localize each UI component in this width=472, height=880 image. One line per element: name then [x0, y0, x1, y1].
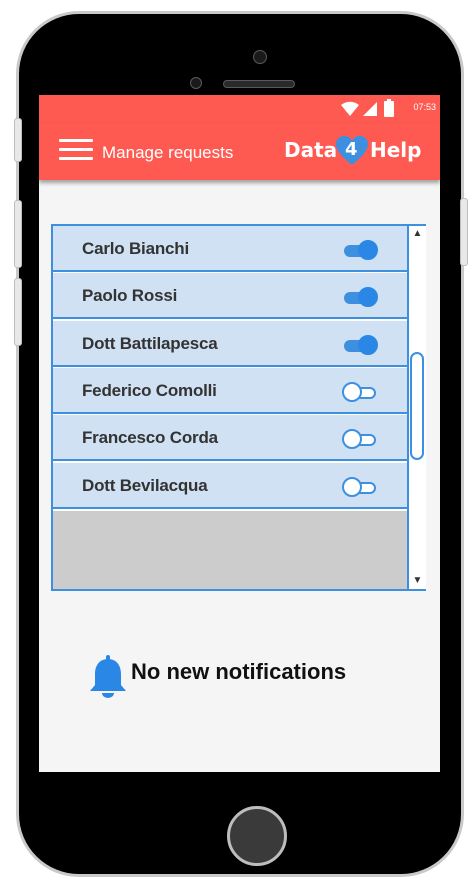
logo-text-data: Data: [284, 138, 338, 162]
notifications-text: No new notifications: [131, 659, 347, 684]
request-toggle[interactable]: [342, 286, 378, 308]
scroll-up-arrow-icon[interactable]: ▲: [410, 227, 425, 241]
status-time: 07:53: [413, 102, 436, 112]
list-item[interactable]: Dott Bevilacqua: [53, 463, 407, 509]
scrollbar[interactable]: ▲ ▼: [407, 226, 426, 589]
requests-list-items: Carlo Bianchi Paolo Rossi Dott Battilape…: [53, 226, 407, 589]
status-bar: 07:53: [39, 95, 440, 123]
list-item[interactable]: Carlo Bianchi: [53, 226, 407, 272]
request-name: Carlo Bianchi: [82, 239, 189, 258]
request-toggle[interactable]: [342, 381, 378, 403]
proximity-sensor: [190, 77, 202, 89]
request-toggle[interactable]: [342, 428, 378, 450]
scrollbar-thumb[interactable]: [410, 352, 424, 460]
request-name: Dott Battilapesca: [82, 334, 218, 353]
bell-icon: [90, 655, 126, 698]
logo-text-help: Help: [370, 138, 422, 162]
list-item[interactable]: Federico Comolli: [53, 368, 407, 414]
battery-icon: [384, 99, 394, 117]
volume-up-button[interactable]: [14, 200, 22, 268]
request-name: Paolo Rossi: [82, 286, 178, 305]
request-toggle[interactable]: [342, 476, 378, 498]
page-title: Manage requests: [102, 143, 234, 162]
power-button[interactable]: [460, 198, 468, 266]
request-name: Dott Bevilacqua: [82, 476, 208, 495]
request-toggle[interactable]: [342, 334, 378, 356]
list-empty-area: [53, 511, 407, 589]
requests-list: Carlo Bianchi Paolo Rossi Dott Battilape…: [51, 224, 426, 591]
wifi-icon: [341, 101, 359, 116]
home-button[interactable]: [227, 806, 287, 866]
request-toggle[interactable]: [342, 239, 378, 261]
request-name: Francesco Corda: [82, 428, 218, 447]
scroll-down-arrow-icon[interactable]: ▼: [410, 574, 425, 588]
hamburger-menu-icon[interactable]: [59, 139, 95, 163]
front-camera: [253, 50, 267, 64]
list-item[interactable]: Dott Battilapesca: [53, 321, 407, 367]
mute-switch[interactable]: [14, 118, 22, 162]
screen: 07:53 Manage requests Data 4 Help Carlo …: [39, 95, 440, 772]
app-bar: Manage requests Data 4 Help: [39, 123, 440, 180]
logo-text-4: 4: [345, 139, 358, 160]
earpiece-speaker: [223, 80, 295, 88]
data4help-logo: Data 4 Help: [282, 136, 422, 166]
signal-icon: [363, 102, 377, 116]
request-name: Federico Comolli: [82, 381, 217, 400]
volume-down-button[interactable]: [14, 278, 22, 346]
list-item[interactable]: Paolo Rossi: [53, 273, 407, 319]
list-item[interactable]: Francesco Corda: [53, 415, 407, 461]
